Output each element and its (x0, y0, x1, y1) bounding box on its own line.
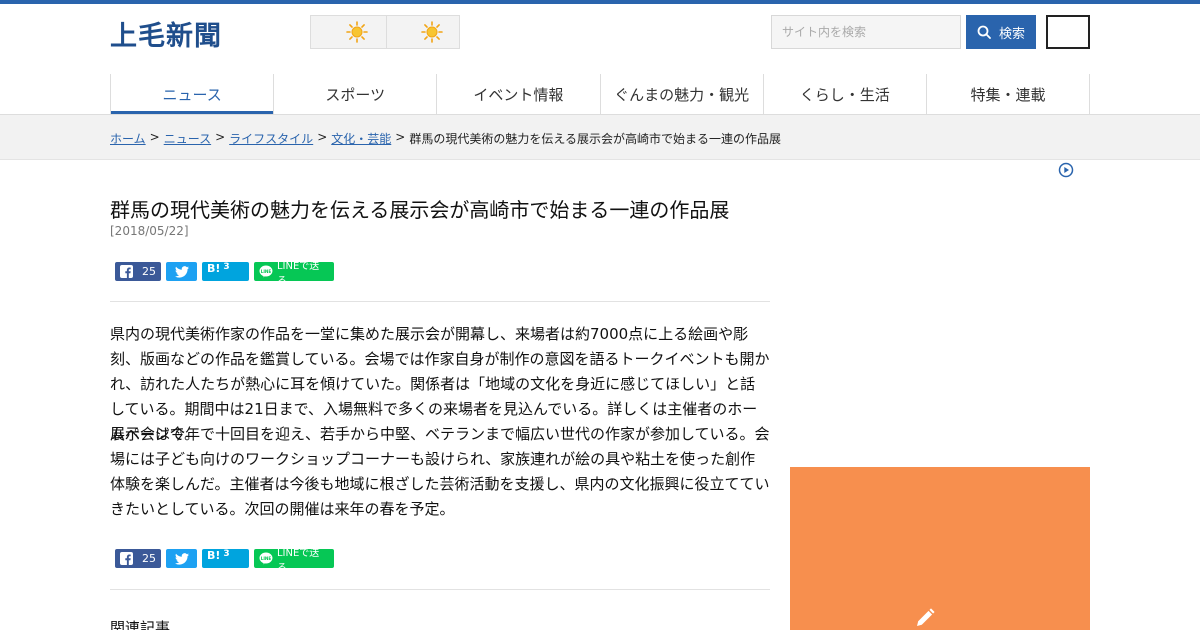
hatena-count: 3 (223, 262, 230, 272)
line-share-label: LINEで送る (276, 260, 320, 287)
breadcrumb-sep: > (317, 130, 328, 144)
svg-text:LINE: LINE (261, 269, 272, 274)
search-button-label: 検索 (998, 26, 1025, 42)
line-share-label: LINEで送る (276, 547, 320, 574)
pencil-icon (917, 608, 935, 626)
divider (110, 301, 770, 302)
breadcrumb-current: 群馬の現代美術の魅力を伝える展示会が高崎市で始まる一連の作品展 (409, 132, 781, 146)
hatena-icon: B! (207, 262, 221, 275)
facebook-icon (120, 265, 133, 278)
breadcrumb-home[interactable]: ホーム (110, 130, 146, 147)
facebook-share-button[interactable]: 25 (115, 549, 161, 568)
ad-banner[interactable] (790, 467, 1090, 630)
sun-icon (421, 21, 443, 43)
twitter-icon (174, 265, 189, 278)
svg-text:LINE: LINE (261, 556, 272, 561)
breadcrumb-sep: > (149, 130, 160, 144)
search-icon (977, 25, 991, 39)
hatena-bookmark-button[interactable]: B! 3 (202, 262, 249, 281)
facebook-icon (120, 552, 133, 565)
nav-item-features[interactable]: 特集・連載 (927, 74, 1091, 115)
twitter-share-button[interactable] (166, 549, 197, 568)
line-share-button[interactable]: LINE LINEで送る (254, 548, 334, 574)
weather-today[interactable] (311, 16, 387, 48)
menu-button[interactable] (1046, 15, 1090, 49)
nav-item-life[interactable]: くらし・生活 (764, 74, 927, 115)
breadcrumb-culture[interactable]: 文化・芸能 (331, 130, 391, 147)
line-share-button[interactable]: LINE LINEで送る (254, 261, 334, 287)
article-title: 群馬の現代美術の魅力を伝える展示会が高崎市で始まる一連の作品展 (110, 198, 730, 222)
facebook-share-button[interactable]: 25 (115, 262, 161, 281)
facebook-share-count: 25 (142, 265, 156, 278)
twitter-icon (174, 552, 189, 565)
twitter-share-button[interactable] (166, 262, 197, 281)
weather-widget[interactable] (310, 15, 460, 49)
breadcrumb: ホーム > ニュース > ライフスタイル > 文化・芸能 > 群馬の現代美術の魅力を伝え… (110, 130, 781, 147)
facebook-share-count: 25 (142, 552, 156, 565)
line-icon: LINE (259, 265, 273, 278)
hatena-icon: B! (207, 549, 221, 562)
divider (110, 589, 770, 590)
nav-item-news[interactable]: ニュース (110, 74, 275, 115)
breadcrumb-sep: > (215, 130, 226, 144)
line-icon: LINE (259, 552, 273, 565)
breadcrumb-news[interactable]: ニュース (164, 130, 211, 147)
article-date: [2018/05/22] (110, 224, 189, 238)
hatena-count: 3 (223, 549, 230, 559)
ad-choices-icon[interactable] (1058, 162, 1074, 178)
site-logo[interactable]: 上毛新聞 (110, 14, 222, 53)
nav-item-tourism[interactable]: ぐんまの魅力・観光 (601, 74, 764, 115)
nav-item-sports[interactable]: スポーツ (274, 74, 438, 115)
nav-item-events[interactable]: イベント情報 (437, 74, 601, 115)
weather-tomorrow[interactable] (386, 16, 459, 48)
main-nav: ニュース スポーツ イベント情報 ぐんまの魅力・観光 くらし・生活 特集・連載 (110, 74, 1091, 115)
related-heading: 関連記事 (110, 619, 171, 630)
share-bar-bottom: 25 B! 3 LINE LINEで送る (115, 548, 334, 574)
share-bar-top: 25 B! 3 LINE LINEで送る (115, 261, 334, 287)
hatena-bookmark-button[interactable]: B! 3 (202, 549, 249, 568)
sun-icon (345, 21, 368, 43)
breadcrumb-lifestyle[interactable]: ライフスタイル (229, 130, 313, 147)
breadcrumb-sep: > (395, 130, 406, 144)
top-accent-bar (0, 0, 1200, 4)
search-input[interactable] (771, 15, 961, 49)
article-paragraph: 展示会は今年で十回目を迎え、若手から中堅、ベテランまで幅広い世代の作家が参加して… (110, 425, 770, 518)
search-button[interactable]: 検索 (966, 15, 1036, 49)
